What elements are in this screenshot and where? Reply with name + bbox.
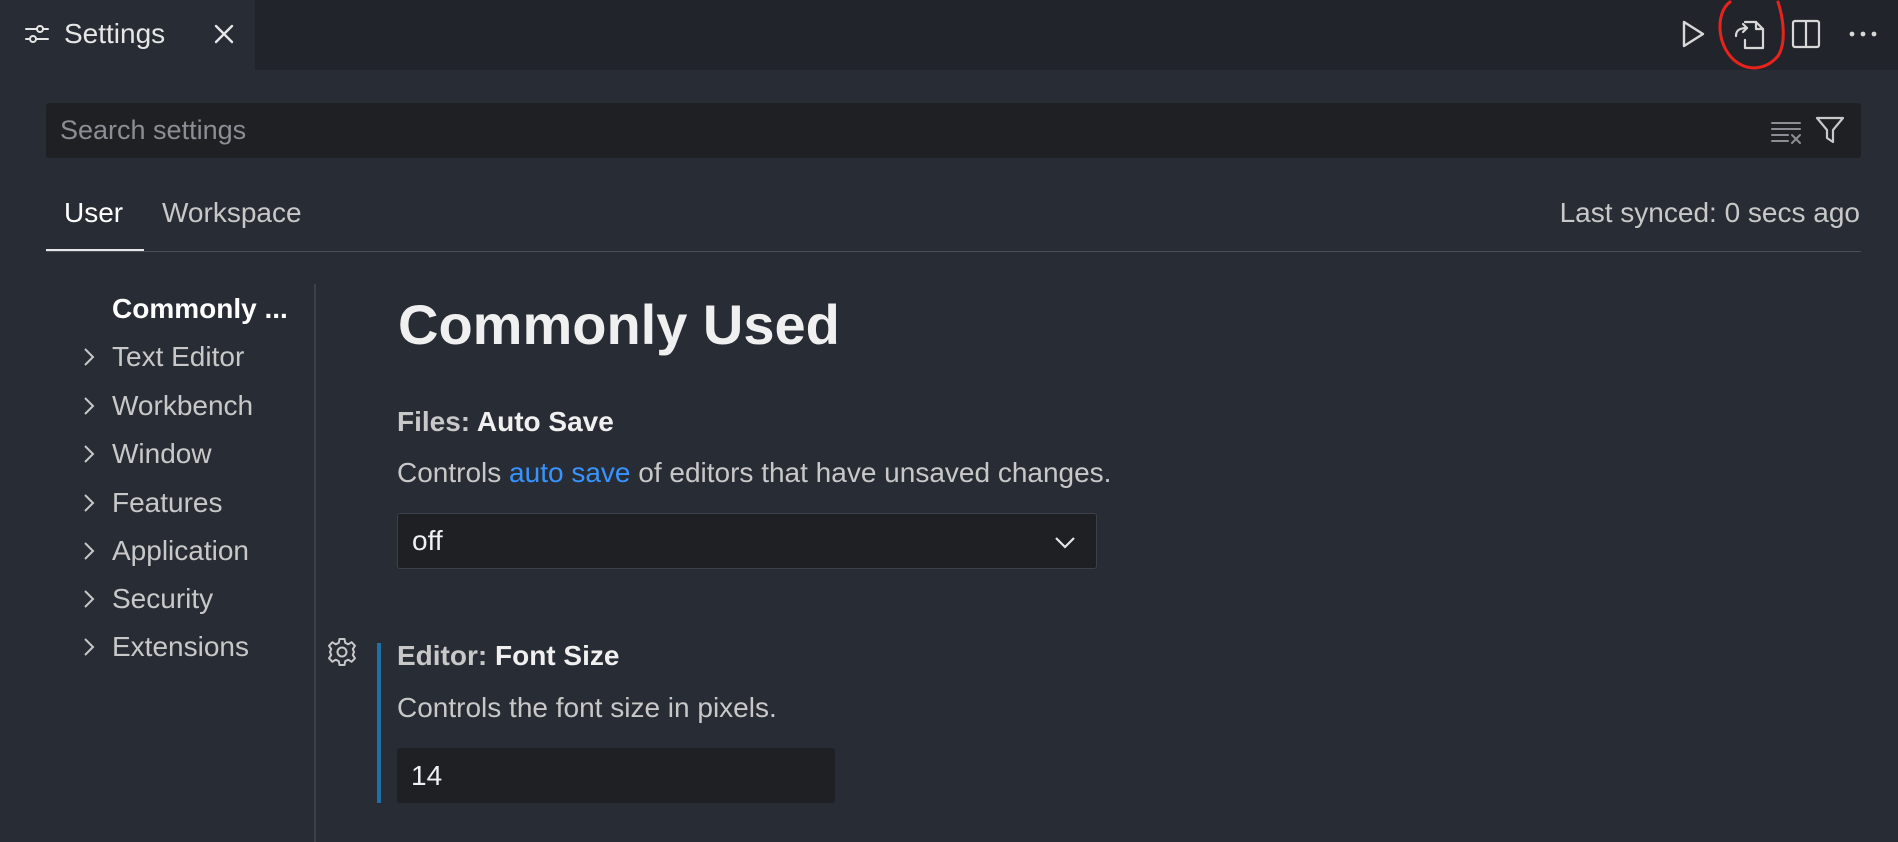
toc-item-workbench[interactable]: Workbench [78, 386, 308, 426]
split-editor-icon[interactable] [1786, 14, 1826, 54]
scope-divider [46, 251, 1861, 252]
toc-item-commonly-used[interactable]: Commonly ... [78, 289, 308, 329]
select-value: off [412, 525, 443, 556]
chevron-right-icon [84, 590, 95, 608]
modified-indicator [377, 643, 381, 803]
chevron-right-icon [84, 445, 95, 463]
auto-save-link[interactable]: auto save [509, 457, 630, 488]
toc-item-security[interactable]: Security [78, 579, 308, 619]
toc-item-features[interactable]: Features [78, 483, 308, 523]
settings-tab-label: Settings [64, 18, 166, 49]
toc-item-label: Extensions [112, 631, 249, 662]
tab-workspace[interactable]: Workspace [162, 196, 302, 230]
toc-item-label: Workbench [112, 390, 254, 421]
font-size-input[interactable] [397, 748, 835, 803]
toc-item-extensions[interactable]: Extensions [78, 627, 308, 667]
gear-icon[interactable] [326, 636, 358, 668]
settings-tab[interactable]: Settings [0, 0, 255, 70]
toc-item-label: Security [112, 583, 214, 614]
description-text: of editors that have unsaved changes. [630, 457, 1112, 488]
chevron-right-icon [84, 638, 95, 656]
settings-sliders-icon [25, 25, 49, 43]
toc-item-window[interactable]: Window [78, 434, 308, 474]
tab-user[interactable]: User [64, 196, 123, 230]
setting-description-auto-save: Controls auto save of editors that have … [397, 456, 1111, 490]
search-box [46, 103, 1861, 158]
chevron-right-icon [84, 542, 95, 560]
active-tab-underline [46, 249, 144, 251]
toc-item-label: Window [112, 438, 212, 469]
chevron-down-icon [1055, 537, 1075, 549]
description-text: Controls [397, 457, 510, 488]
chevron-right-icon [84, 397, 95, 415]
toc-item-label: Commonly ... [112, 293, 288, 324]
chevron-right-icon [84, 494, 95, 512]
toc-item-label: Text Editor [112, 341, 245, 372]
editor-tab-bar: Settings [0, 0, 1898, 70]
setting-title-auto-save: Files: Auto Save [397, 405, 614, 439]
setting-name: Auto Save [476, 406, 614, 437]
toc-item-label: Application [112, 535, 249, 566]
annotation-circle [1718, 0, 1785, 70]
filter-icon[interactable] [1814, 114, 1846, 146]
sync-status: Last synced: 0 secs ago [1559, 197, 1860, 228]
more-actions-icon[interactable] [1843, 14, 1883, 54]
auto-save-select[interactable]: off [397, 513, 1097, 569]
chevron-right-icon [84, 348, 95, 366]
run-icon[interactable] [1672, 14, 1712, 54]
clear-search-icon[interactable] [1770, 116, 1802, 146]
setting-name: Font Size [495, 640, 620, 671]
setting-title-font-size: Editor: Font Size [397, 639, 619, 673]
toc-item-application[interactable]: Application [78, 531, 308, 571]
close-icon[interactable] [210, 20, 238, 48]
setting-category: Editor: [397, 640, 495, 671]
search-input[interactable] [60, 103, 1760, 158]
section-title: Commonly Used [398, 293, 840, 356]
setting-category: Files: [397, 406, 477, 437]
toc-item-text-editor[interactable]: Text Editor [78, 337, 308, 377]
toc-divider [314, 284, 316, 842]
setting-description-font-size: Controls the font size in pixels. [397, 692, 777, 723]
toc-item-label: Features [112, 487, 223, 518]
